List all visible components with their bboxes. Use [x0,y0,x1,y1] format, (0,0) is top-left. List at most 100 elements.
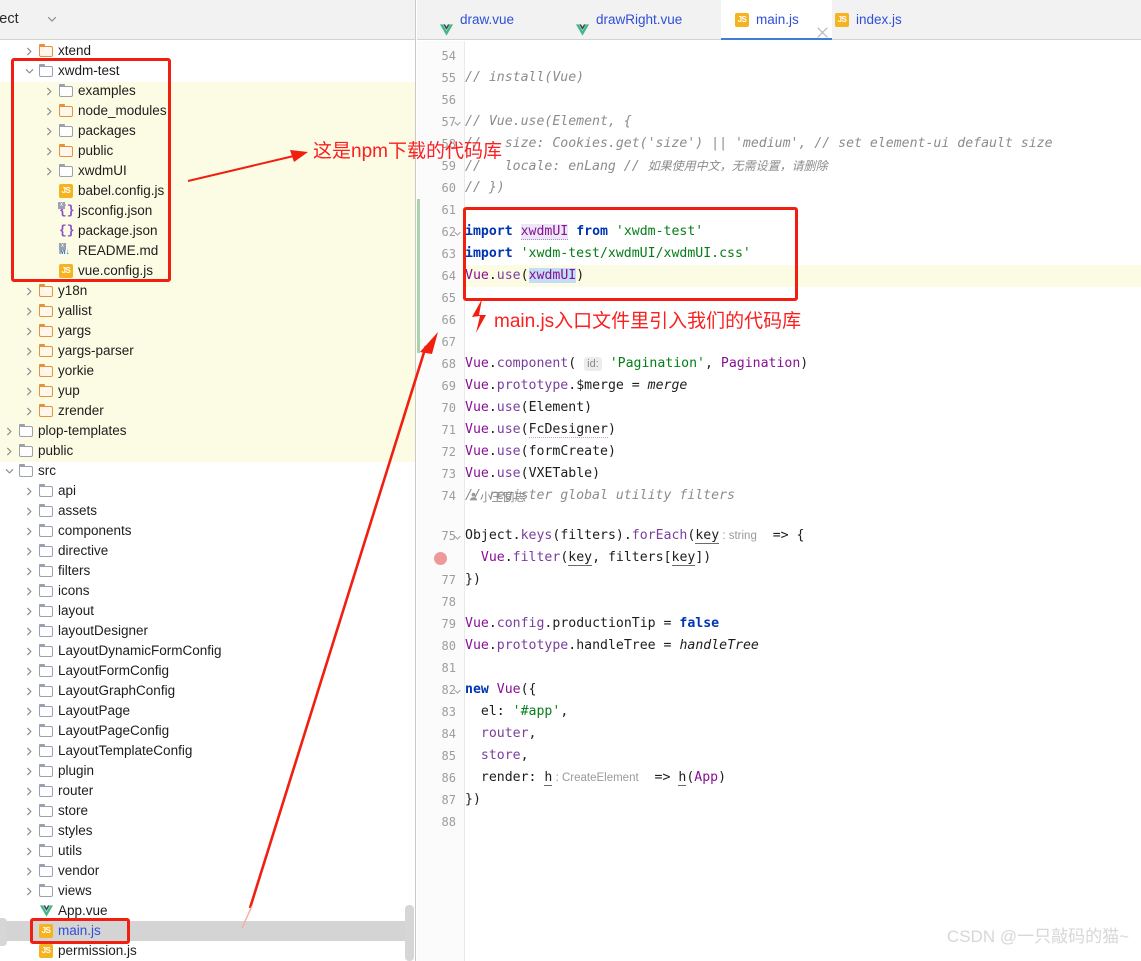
tree-item-yargs-parser[interactable]: yargs-parser [0,341,405,361]
tree-item-layout[interactable]: layout [0,601,405,621]
tree-item-yargs[interactable]: yargs [0,321,405,341]
tree-item-babel-config-js[interactable]: JS babel.config.js [0,181,405,201]
tree-item-layouttemplateconfig[interactable]: LayoutTemplateConfig [0,741,405,761]
tree-item-api[interactable]: api [0,481,405,501]
chevron-right-icon[interactable] [24,806,34,816]
sidebar-horizontal-scrollbar-thumb[interactable] [0,918,7,946]
chevron-right-icon[interactable] [24,606,34,616]
tree-item-y18n[interactable]: y18n [0,281,405,301]
editor-code-area[interactable]: // install(Vue) // Vue.use(Element, {// s… [465,41,1141,961]
chevron-right-icon[interactable] [24,766,34,776]
code-fold-toggle[interactable] [453,221,463,243]
chevron-down-icon[interactable] [24,66,34,76]
code-fold-toggle[interactable] [453,679,463,701]
tree-item-node-modules[interactable]: node_modules [0,101,405,121]
tree-item-views[interactable]: views [0,881,405,901]
tree-item-xtend[interactable]: xtend [0,41,405,61]
chevron-right-icon[interactable] [4,426,14,436]
tree-item-layoutgraphconfig[interactable]: LayoutGraphConfig [0,681,405,701]
chevron-right-icon[interactable] [24,586,34,596]
code-fold-toggle[interactable] [453,111,463,133]
tree-item-router[interactable]: router [0,781,405,801]
chevron-right-icon[interactable] [24,786,34,796]
tree-item-public[interactable]: public [0,441,405,461]
editor-tab-index-js[interactable]: JS index.js [821,0,924,40]
chevron-right-icon[interactable] [24,686,34,696]
chevron-right-icon[interactable] [44,106,54,116]
tree-item-filters[interactable]: filters [0,561,405,581]
vcs-change-marker[interactable] [417,199,420,353]
chevron-right-icon[interactable] [24,286,34,296]
tree-item-examples[interactable]: examples [0,81,405,101]
chevron-right-icon[interactable] [24,866,34,876]
chevron-right-icon[interactable] [24,886,34,896]
chevron-right-icon[interactable] [24,726,34,736]
editor-gutter[interactable]: 54 55 56 57 58 59 60 61 62 63 64 65 66 67 68 69 70 71 72 73… [417,41,464,961]
tree-item-utils[interactable]: utils [0,841,405,861]
tree-item-app-vue[interactable]: App.vue [0,901,405,921]
tree-item-yup[interactable]: yup [0,381,405,401]
editor-tab-drawRight-vue[interactable]: drawRight.vue [561,0,702,40]
chevron-right-icon[interactable] [44,166,54,176]
chevron-right-icon[interactable] [24,666,34,676]
sidebar-scrollbar-track[interactable] [405,41,414,961]
chevron-right-icon[interactable] [24,366,34,376]
chevron-right-icon[interactable] [24,526,34,536]
chevron-right-icon[interactable] [24,506,34,516]
chevron-right-icon[interactable] [24,826,34,836]
tree-item-directive[interactable]: directive [0,541,405,561]
editor-tab-draw-vue[interactable]: draw.vue [425,0,528,40]
chevron-right-icon[interactable] [44,86,54,96]
sidebar-scrollbar-thumb[interactable] [405,905,414,961]
tree-item-xwdmui[interactable]: xwdmUI [0,161,405,181]
tree-item-layoutdynamicformconfig[interactable]: LayoutDynamicFormConfig [0,641,405,661]
tree-item-src[interactable]: src [0,461,405,481]
chevron-right-icon[interactable] [24,326,34,336]
chevron-right-icon[interactable] [24,546,34,556]
tree-item-layoutpageconfig[interactable]: LayoutPageConfig [0,721,405,741]
chevron-right-icon[interactable] [24,646,34,656]
chevron-right-icon[interactable] [24,626,34,636]
chevron-right-icon[interactable] [24,566,34,576]
tree-item-readme-md[interactable]: x M↓ README.md [0,241,405,261]
project-tree[interactable]: xtend xwdm-test examples node_modules packag… [0,41,415,961]
tree-item-assets[interactable]: assets [0,501,405,521]
chevron-right-icon[interactable] [44,126,54,136]
tree-item-icons[interactable]: icons [0,581,405,601]
tree-item-xwdm-test[interactable]: xwdm-test [0,61,405,81]
tree-item-vendor[interactable]: vendor [0,861,405,881]
project-panel-header[interactable]: oject [0,0,415,40]
chevron-right-icon[interactable] [24,746,34,756]
tree-item-vue-config-js[interactable]: JS vue.config.js [0,261,405,281]
chevron-right-icon[interactable] [24,406,34,416]
editor-tab-main-js[interactable]: JS main.js [721,0,833,40]
chevron-right-icon[interactable] [24,306,34,316]
tree-item-layoutdesigner[interactable]: layoutDesigner [0,621,405,641]
code-fold-toggle[interactable] [453,525,463,547]
tree-item-store[interactable]: store [0,801,405,821]
chevron-right-icon[interactable] [24,386,34,396]
chevron-right-icon[interactable] [24,46,34,56]
chevron-right-icon[interactable] [24,346,34,356]
tree-item-components[interactable]: components [0,521,405,541]
chevron-down-icon[interactable] [46,13,58,25]
tree-item-permission-js[interactable]: JS permission.js [0,941,405,961]
tree-item-package-json[interactable]: {} package.json [0,221,405,241]
tree-item-plugin[interactable]: plugin [0,761,405,781]
tree-item-zrender[interactable]: zrender [0,401,405,421]
tree-item-layoutpage[interactable]: LayoutPage [0,701,405,721]
tree-item-layoutformconfig[interactable]: LayoutFormConfig [0,661,405,681]
tree-item-yallist[interactable]: yallist [0,301,405,321]
chevron-right-icon[interactable] [24,486,34,496]
chevron-down-icon[interactable] [4,466,14,476]
tree-item-yorkie[interactable]: yorkie [0,361,405,381]
chevron-right-icon[interactable] [24,706,34,716]
tree-item-main-js[interactable]: JS main.js [0,921,405,941]
tree-item-styles[interactable]: styles [0,821,405,841]
tree-item-plop-templates[interactable]: plop-templates [0,421,405,441]
chevron-right-icon[interactable] [4,446,14,456]
chevron-right-icon[interactable] [24,846,34,856]
breakpoint-marker[interactable] [434,552,447,565]
chevron-right-icon[interactable] [44,146,54,156]
tree-item-jsconfig-json[interactable]: x{} jsconfig.json [0,201,405,221]
